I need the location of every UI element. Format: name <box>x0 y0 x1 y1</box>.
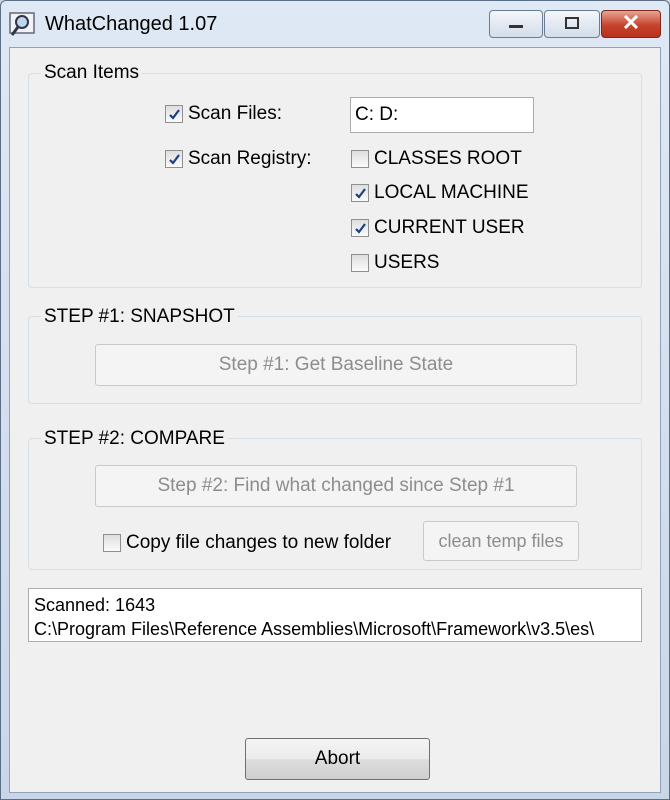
app-window: WhatChanged 1.07 Scan Items Scan Files: <box>0 0 670 800</box>
local-machine-checkbox[interactable]: LOCAL MACHINE <box>351 182 529 204</box>
checkbox-box <box>351 254 369 272</box>
users-checkbox[interactable]: USERS <box>351 252 439 274</box>
magnifier-icon[interactable] <box>9 10 37 38</box>
current-user-label: CURRENT USER <box>374 217 525 238</box>
current-user-checkbox[interactable]: CURRENT USER <box>351 217 525 239</box>
checkbox-box <box>351 219 369 237</box>
local-machine-label: LOCAL MACHINE <box>374 182 529 203</box>
maximize-button[interactable] <box>544 10 600 38</box>
checkbox-box <box>103 534 121 552</box>
minimize-icon <box>509 13 523 35</box>
maximize-icon <box>565 13 579 35</box>
status-box: Scanned: 1643 C:\Program Files\Reference… <box>28 588 642 642</box>
copy-file-changes-checkbox[interactable]: Copy file changes to new folder <box>103 532 391 554</box>
scan-items-label: Scan Items <box>41 62 143 84</box>
scanned-count: Scanned: 1643 <box>34 595 156 615</box>
checkbox-box <box>351 184 369 202</box>
classes-root-checkbox[interactable]: CLASSES ROOT <box>351 148 522 170</box>
find-changes-button[interactable]: Step #2: Find what changed since Step #1 <box>95 465 577 507</box>
abort-button[interactable]: Abort <box>245 738 430 780</box>
classes-root-label: CLASSES ROOT <box>374 148 522 169</box>
client-area: Scan Items Scan Files: Scan Registry: CL… <box>9 47 661 793</box>
title-bar[interactable]: WhatChanged 1.07 <box>1 1 669 47</box>
users-label: USERS <box>374 252 440 273</box>
minimize-button[interactable] <box>489 10 543 38</box>
scan-files-label: Scan Files: <box>188 103 282 124</box>
copy-file-changes-label: Copy file changes to new folder <box>126 532 392 553</box>
scan-items-group <box>28 73 642 288</box>
close-icon <box>623 13 639 35</box>
step2-label: STEP #2: COMPARE <box>41 428 228 450</box>
checkbox-box <box>351 150 369 168</box>
clean-temp-files-button[interactable]: clean temp files <box>423 521 579 561</box>
checkbox-box <box>165 105 183 123</box>
scan-registry-label: Scan Registry: <box>188 148 312 169</box>
step1-label: STEP #1: SNAPSHOT <box>41 306 238 328</box>
window-title: WhatChanged 1.07 <box>45 13 218 35</box>
scan-files-checkbox[interactable]: Scan Files: <box>165 103 282 125</box>
close-button[interactable] <box>601 10 661 38</box>
scan-registry-checkbox[interactable]: Scan Registry: <box>165 148 312 170</box>
current-path: C:\Program Files\Reference Assemblies\Mi… <box>34 619 595 639</box>
get-baseline-button[interactable]: Step #1: Get Baseline State <box>95 344 577 386</box>
checkbox-box <box>165 150 183 168</box>
scan-files-drives-input[interactable] <box>350 97 534 133</box>
